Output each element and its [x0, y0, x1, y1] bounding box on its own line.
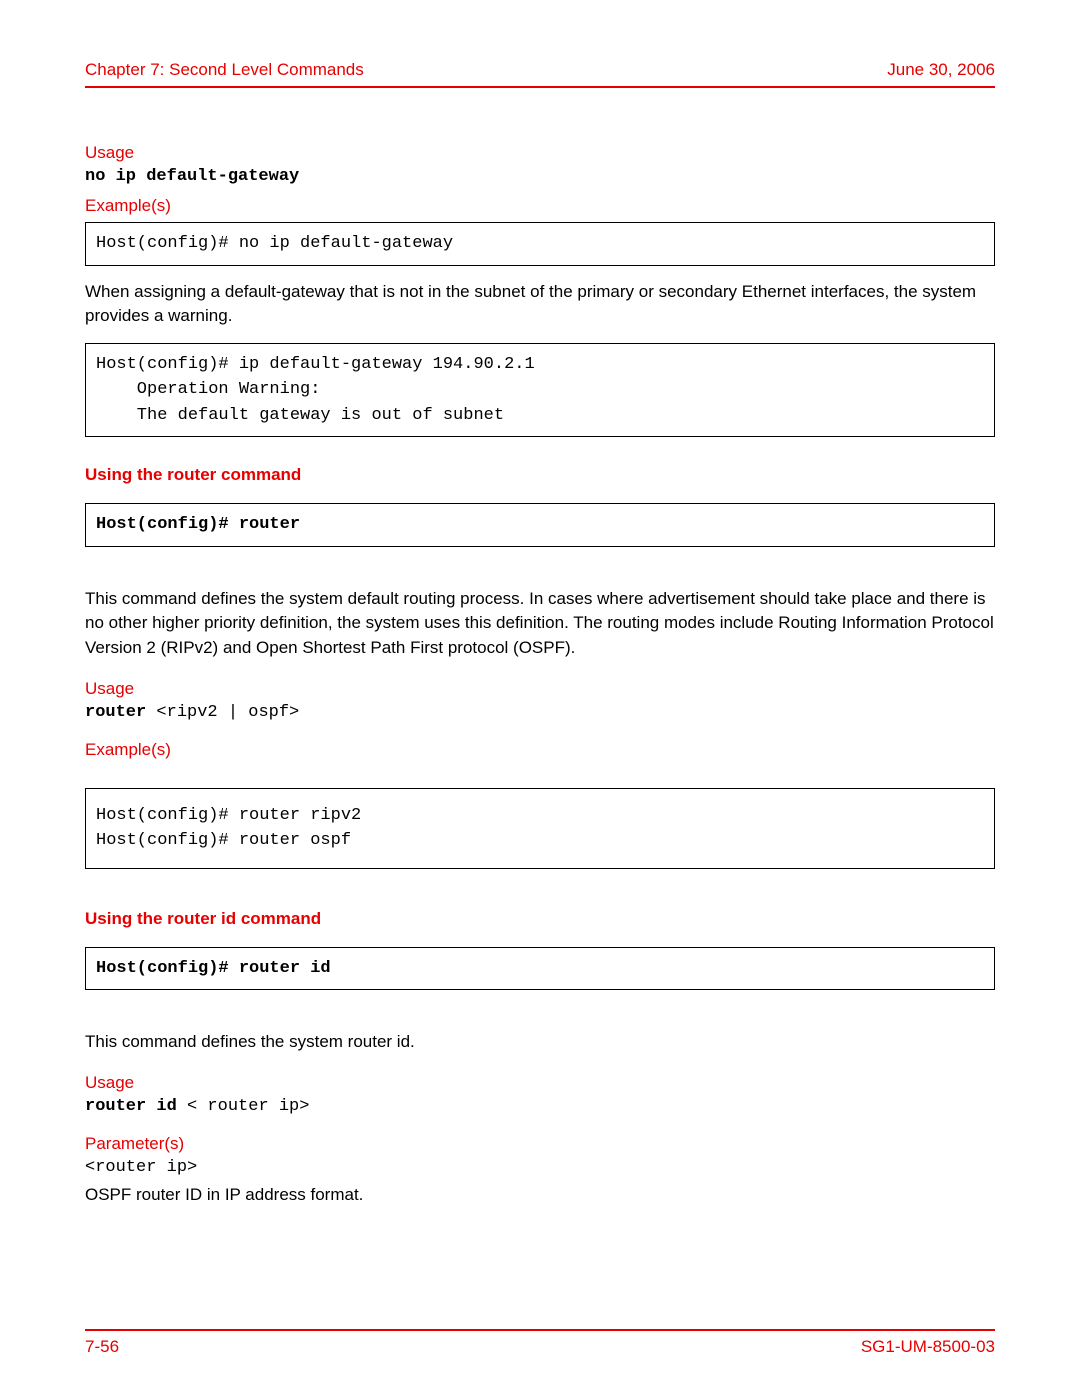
parameter-name: <router ip> [85, 1158, 995, 1177]
warning-box: Host(config)# ip default-gateway 194.90.… [85, 343, 995, 438]
parameter-description: OSPF router ID in IP address format. [85, 1183, 995, 1208]
parameters-label: Parameter(s) [85, 1134, 995, 1154]
usage-cmd-bold-id: router id [85, 1097, 177, 1116]
example-box-router: Host(config)# router ripv2 Host(config)#… [85, 788, 995, 869]
header-chapter: Chapter 7: Second Level Commands [85, 60, 364, 80]
paragraph-router: This command defines the system default … [85, 587, 995, 661]
usage-label-router: Usage [85, 679, 995, 699]
usage-label-router-id: Usage [85, 1073, 995, 1093]
usage-line-router: router <ripv2 | ospf> [85, 703, 995, 722]
page-footer: 7-56 SG1-UM-8500-03 [85, 1329, 995, 1357]
footer-docid: SG1-UM-8500-03 [861, 1337, 995, 1357]
usage-line-router-id: router id < router ip> [85, 1097, 995, 1116]
usage-label: Usage [85, 143, 995, 163]
examples-label: Example(s) [85, 196, 995, 216]
usage-cmd-rest: <ripv2 | ospf> [156, 703, 299, 722]
usage-cmd-bold: router [85, 703, 156, 722]
example-box-no-ip: Host(config)# no ip default-gateway [85, 222, 995, 266]
page: Chapter 7: Second Level Commands June 30… [0, 0, 1080, 1397]
heading-router: Using the router command [85, 465, 995, 485]
cmd-box-router: Host(config)# router [85, 503, 995, 547]
usage-cmd-rest-id: < router ip> [177, 1097, 310, 1116]
paragraph-router-id: This command defines the system router i… [85, 1030, 995, 1055]
examples-label-router: Example(s) [85, 740, 995, 760]
footer-page: 7-56 [85, 1337, 119, 1357]
cmd-box-router-id: Host(config)# router id [85, 947, 995, 991]
usage-command: no ip default-gateway [85, 167, 995, 186]
header-date: June 30, 2006 [887, 60, 995, 80]
page-header: Chapter 7: Second Level Commands June 30… [85, 60, 995, 88]
heading-router-id: Using the router id command [85, 909, 995, 929]
paragraph-no-ip: When assigning a default-gateway that is… [85, 280, 995, 329]
